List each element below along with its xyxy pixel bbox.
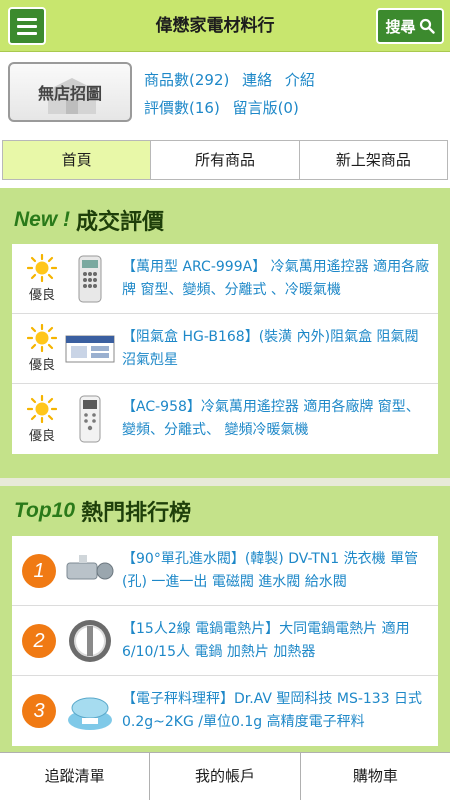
- top10-product-link[interactable]: 【90°單孔進水閥】(韓製) DV-TN1 洗衣機 單管(孔) 一進一出 電磁閥…: [122, 548, 438, 594]
- sun-icon: [26, 394, 58, 423]
- my-account-button[interactable]: 我的帳戶: [150, 753, 301, 800]
- no-sign-text: 無店招圖: [37, 84, 102, 103]
- product-thumbnail: [64, 325, 116, 373]
- rating-label: 優良: [28, 428, 55, 444]
- reviews-heading-new: New !: [14, 208, 71, 231]
- top10-item[interactable]: 3 【電子秤料理秤】Dr.AV 聖岡科技 MS-133 日式0.2g~2KG /…: [12, 676, 438, 746]
- top10-item[interactable]: 1 【90°單孔進水閥】(韓製) DV-TN1 洗衣機 單管(孔) 一進一出 電…: [12, 536, 438, 606]
- search-label: 搜尋: [385, 17, 416, 36]
- contact-link[interactable]: 連絡: [242, 71, 272, 89]
- menu-icon-line: [17, 24, 37, 28]
- sun-icon: [26, 253, 58, 283]
- product-thumbnail: [64, 395, 116, 443]
- heating-plate-icon: [69, 619, 111, 662]
- top10-item[interactable]: 2 【15人2線 電鍋電熱片】大同電鍋電熱片 適用6/10/15人 電鍋 加熱片…: [12, 606, 438, 676]
- intro-link[interactable]: 介紹: [285, 71, 315, 89]
- menu-icon-line: [17, 31, 37, 35]
- reviews-section: New ! 成交評價 優良 【萬用型 ARC-999A】 冷氣萬用遙控器 適用各…: [0, 188, 450, 478]
- gas-valve-box-icon: [65, 335, 115, 362]
- product-count-link[interactable]: 商品數(292): [144, 71, 229, 89]
- review-item[interactable]: 優良 【萬用型 ARC-999A】 冷氣萬用遙控器 適用各廠牌 窗型、變頻、分離…: [12, 244, 438, 314]
- rating-badge: 優良: [20, 253, 64, 303]
- menu-icon-line: [17, 17, 37, 21]
- reviews-list: 優良 【萬用型 ARC-999A】 冷氣萬用遙控器 適用各廠牌 窗型、變頻、分離…: [12, 244, 438, 454]
- product-thumbnail: [64, 255, 116, 303]
- top10-heading-label: Top10: [14, 499, 76, 522]
- section-divider: [0, 478, 450, 486]
- reviews-heading-text: 成交評價: [76, 210, 165, 235]
- top10-list: 1 【90°單孔進水閥】(韓製) DV-TN1 洗衣機 單管(孔) 一進一出 電…: [12, 536, 438, 746]
- store-header: 無店招圖 商品數(292) 連絡 介紹 評價數(16) 留言版(0): [0, 52, 450, 132]
- top10-heading: Top10 熱門排行榜: [0, 486, 450, 536]
- tab-new-products[interactable]: 新上架商品: [299, 141, 447, 179]
- review-product-link[interactable]: 【阻氣盒 HG-B168】(裝潢 內外)阻氣盒 阻氣閥 沼氣剋星: [122, 326, 438, 372]
- top10-product-link[interactable]: 【電子秤料理秤】Dr.AV 聖岡科技 MS-133 日式0.2g~2KG /單位…: [122, 688, 438, 734]
- rating-badge: 優良: [20, 394, 64, 444]
- top10-section: Top10 熱門排行榜 1 【90°單孔進水閥】(韓製) DV-TN1 洗衣機 …: [0, 478, 450, 752]
- rank-badge: 3: [22, 694, 56, 728]
- kitchen-scale-icon: [68, 697, 112, 730]
- tab-all-products[interactable]: 所有商品: [151, 141, 300, 179]
- remote-control-icon: [79, 395, 101, 443]
- rank-badge: 1: [22, 553, 56, 588]
- message-board-link[interactable]: 留言版(0): [233, 99, 299, 117]
- rating-label: 優良: [28, 288, 55, 303]
- review-count-link[interactable]: 評價數(16): [144, 99, 220, 117]
- search-button[interactable]: 搜尋: [376, 8, 444, 44]
- reviews-heading: New ! 成交評價: [0, 196, 450, 244]
- search-icon: [419, 18, 435, 34]
- top-bar: 偉懋家電材料行 搜尋: [0, 0, 450, 52]
- tab-bar: 首頁 所有商品 新上架商品: [0, 132, 450, 188]
- product-thumbnail: [64, 687, 116, 735]
- remote-control-icon: [78, 255, 102, 302]
- store-sign-placeholder: 無店招圖: [8, 62, 132, 122]
- rating-label: 優良: [28, 358, 55, 373]
- cart-button[interactable]: 購物車: [301, 753, 450, 800]
- review-item[interactable]: 優良 【AC-958】冷氣萬用遙控器 適用各廠牌 窗型、變頻、分離式、 變頻冷暖…: [12, 384, 438, 454]
- product-thumbnail: [64, 547, 116, 595]
- water-valve-icon: [66, 554, 114, 579]
- review-product-link[interactable]: 【AC-958】冷氣萬用遙控器 適用各廠牌 窗型、變頻、分離式、 變頻冷暖氣機: [122, 396, 438, 442]
- rating-badge: 優良: [20, 323, 64, 373]
- menu-button[interactable]: [8, 7, 46, 45]
- tab-home[interactable]: 首頁: [3, 141, 152, 179]
- review-item[interactable]: 優良 【阻氣盒 HG-B168】(裝潢 內外)阻氣盒 阻氣閥 沼氣剋星: [12, 314, 438, 384]
- top10-heading-text: 熱門排行榜: [81, 501, 192, 526]
- sun-icon: [26, 323, 58, 353]
- rank-badge: 2: [22, 623, 56, 658]
- product-thumbnail: [64, 617, 116, 665]
- watchlist-button[interactable]: 追蹤清單: [0, 753, 151, 800]
- store-stats: 商品數(292) 連絡 介紹 評價數(16) 留言版(0): [144, 66, 323, 122]
- review-product-link[interactable]: 【萬用型 ARC-999A】 冷氣萬用遙控器 適用各廠牌 窗型、變頻、分離式 、…: [122, 256, 438, 302]
- bottom-nav: 追蹤清單 我的帳戶 購物車: [0, 752, 450, 800]
- shop-title: 偉懋家電材料行: [155, 16, 275, 36]
- top10-product-link[interactable]: 【15人2線 電鍋電熱片】大同電鍋電熱片 適用6/10/15人 電鍋 加熱片 加…: [122, 618, 438, 664]
